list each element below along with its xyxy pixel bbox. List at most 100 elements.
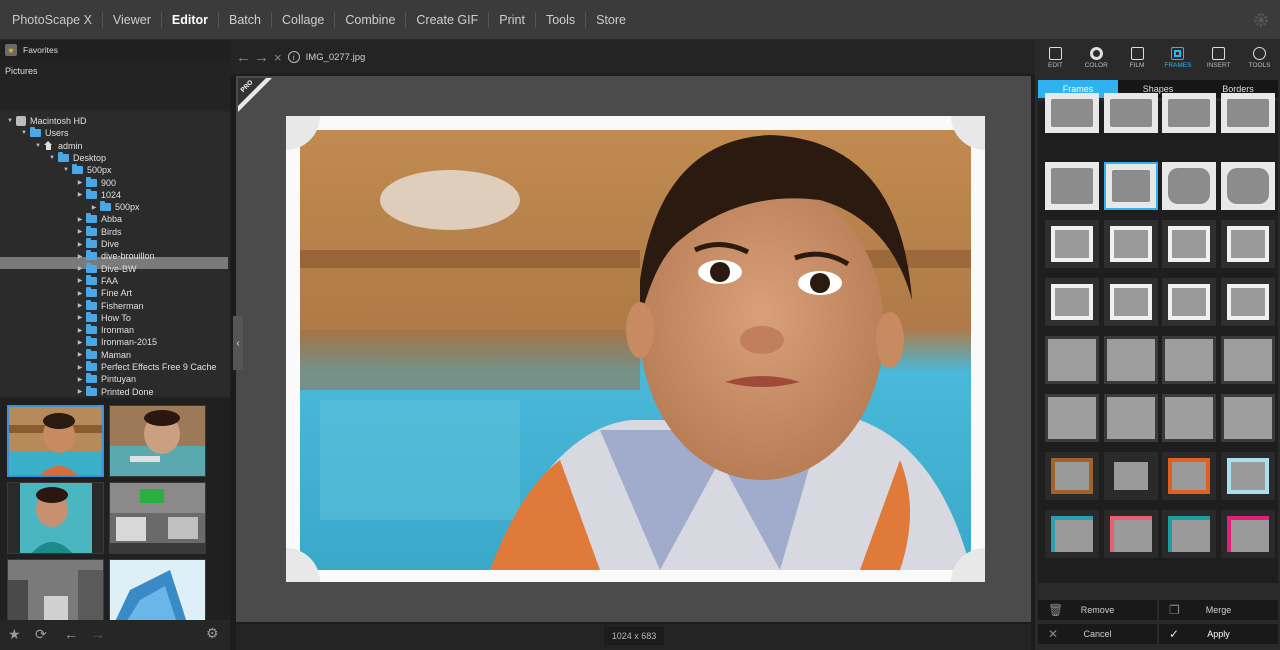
thumbnail-4[interactable] — [109, 482, 206, 554]
collapsed-triangle-icon[interactable]: ▶ — [74, 241, 86, 248]
settings-gear-icon[interactable] — [1252, 11, 1270, 29]
close-icon[interactable]: × — [274, 50, 282, 65]
frame-option[interactable] — [1045, 93, 1099, 133]
tree-item[interactable]: ▶ Maman — [74, 348, 131, 361]
collapsed-triangle-icon[interactable]: ▶ — [74, 351, 86, 358]
settings-icon[interactable]: ⚙ — [206, 625, 219, 642]
tree-item[interactable]: ▶ Birds — [74, 225, 122, 238]
collapsed-triangle-icon[interactable]: ▶ — [74, 339, 86, 346]
collapsed-triangle-icon[interactable]: ▶ — [74, 277, 86, 284]
tree-item[interactable]: ▼ admin — [32, 140, 83, 152]
collapsed-triangle-icon[interactable]: ▶ — [74, 191, 86, 198]
tree-item[interactable]: ▶ Perfect Effects Free 9 Cache — [74, 361, 216, 373]
tree-item[interactable]: ▶ Fine Art — [74, 287, 132, 299]
expanded-triangle-icon[interactable]: ▼ — [46, 155, 58, 161]
frame-option[interactable] — [1220, 510, 1275, 558]
frame-option[interactable] — [1162, 394, 1216, 442]
apply-button[interactable]: ✓ Apply — [1159, 624, 1278, 644]
tree-item[interactable]: ▼ Users — [18, 127, 69, 139]
tool-tools[interactable]: TOOLS — [1239, 40, 1280, 76]
frame-option[interactable] — [1045, 394, 1099, 442]
frame-option[interactable] — [1045, 278, 1099, 326]
menu-batch[interactable]: Batch — [218, 11, 271, 28]
menu-collage[interactable]: Collage — [270, 11, 334, 28]
frame-option[interactable] — [1045, 162, 1099, 210]
app-name[interactable]: PhotoScape X — [0, 12, 102, 28]
merge-button[interactable]: ❐ Merge — [1159, 600, 1278, 620]
frame-option[interactable] — [1045, 510, 1099, 558]
tree-item[interactable]: ▶ 900 — [74, 176, 116, 189]
collapsed-triangle-icon[interactable]: ▶ — [74, 314, 86, 321]
frame-option[interactable] — [1162, 93, 1216, 133]
tree-item[interactable]: ▶ FAA — [74, 274, 118, 287]
tree-item[interactable]: ▶ 500px — [88, 201, 140, 213]
tool-insert[interactable]: INSERT — [1198, 40, 1239, 76]
collapsed-triangle-icon[interactable]: ▶ — [74, 253, 86, 260]
favorites-header[interactable]: ★ Favorites — [0, 40, 230, 60]
collapsed-triangle-icon[interactable]: ▶ — [74, 302, 86, 309]
pictures-section[interactable]: Pictures — [0, 60, 230, 110]
frame-option[interactable] — [1220, 278, 1275, 326]
menu-editor[interactable]: Editor — [160, 11, 218, 28]
menu-create-gif[interactable]: Create GIF — [405, 11, 488, 28]
tree-item[interactable]: ▶ dive-brouillon — [74, 250, 155, 262]
frame-option[interactable] — [1103, 278, 1158, 326]
tree-item[interactable]: ▶ Ironman-2015 — [74, 336, 157, 348]
cancel-button[interactable]: ✕ Cancel — [1038, 624, 1157, 644]
tool-edit[interactable]: EDIT — [1035, 40, 1076, 76]
nav-forward-icon[interactable]: → — [254, 49, 269, 66]
tree-item[interactable]: ▼ Desktop — [46, 151, 106, 164]
back-arrow-icon[interactable]: ← — [64, 626, 78, 642]
collapsed-triangle-icon[interactable]: ▶ — [74, 364, 86, 371]
framed-photo[interactable] — [286, 116, 985, 582]
collapsed-triangle-icon[interactable]: ▶ — [88, 204, 100, 211]
tree-item[interactable]: ▶ 1024 — [74, 188, 121, 201]
frame-option[interactable] — [1103, 394, 1158, 442]
tool-frames[interactable]: FRAMES — [1157, 40, 1198, 76]
frame-option[interactable] — [1220, 162, 1275, 210]
frame-option[interactable] — [1103, 93, 1158, 133]
expanded-triangle-icon[interactable]: ▼ — [32, 143, 44, 149]
frame-option[interactable] — [1220, 336, 1275, 384]
expanded-triangle-icon[interactable]: ▼ — [4, 118, 16, 124]
collapsed-triangle-icon[interactable]: ▶ — [74, 327, 86, 334]
tree-item[interactable]: ▶ Dive-BW — [74, 262, 137, 275]
tree-item[interactable]: ▼ Macintosh HD — [4, 115, 87, 127]
frame-option[interactable] — [1220, 93, 1275, 133]
frame-option[interactable] — [1103, 336, 1158, 384]
favorite-star-icon[interactable]: ★ — [8, 626, 21, 643]
tree-item[interactable]: ▶ Abba — [74, 213, 122, 225]
frame-option[interactable] — [1103, 220, 1158, 268]
tree-item[interactable]: ▶ Printed Done — [74, 385, 154, 398]
collapse-panel-chevron-icon[interactable]: ‹ — [233, 316, 243, 370]
frame-option[interactable] — [1103, 452, 1158, 500]
image-canvas[interactable]: PRO — [236, 76, 1031, 622]
collapsed-triangle-icon[interactable]: ▶ — [74, 228, 86, 235]
frame-option[interactable] — [1103, 162, 1158, 210]
expanded-triangle-icon[interactable]: ▼ — [18, 130, 30, 136]
tool-film[interactable]: FILM — [1117, 40, 1158, 76]
tool-color[interactable]: COLOR — [1076, 40, 1117, 76]
frame-option[interactable] — [1162, 220, 1216, 268]
collapsed-triangle-icon[interactable]: ▶ — [74, 179, 86, 186]
thumbnail-3[interactable] — [7, 482, 104, 554]
frame-option[interactable] — [1162, 452, 1216, 500]
frame-option[interactable] — [1162, 510, 1216, 558]
frame-option[interactable] — [1045, 452, 1099, 500]
tree-item[interactable]: ▶ Ironman — [74, 324, 134, 336]
frame-option[interactable] — [1162, 278, 1216, 326]
frame-option[interactable] — [1220, 394, 1275, 442]
info-icon[interactable]: i — [287, 51, 300, 63]
frame-option[interactable] — [1220, 220, 1275, 268]
collapsed-triangle-icon[interactable]: ▶ — [74, 216, 86, 223]
nav-back-icon[interactable]: ← — [236, 49, 251, 66]
frame-option[interactable] — [1103, 510, 1158, 558]
thumbnail-2[interactable] — [109, 405, 206, 477]
tree-item[interactable]: ▶ Fisherman — [74, 299, 144, 312]
collapsed-triangle-icon[interactable]: ▶ — [74, 388, 86, 395]
menu-store[interactable]: Store — [585, 11, 636, 28]
tree-item[interactable]: ▶ How To — [74, 311, 131, 324]
collapsed-triangle-icon[interactable]: ▶ — [74, 376, 86, 383]
refresh-icon[interactable]: ⟳ — [35, 626, 47, 643]
frame-option[interactable] — [1045, 336, 1099, 384]
